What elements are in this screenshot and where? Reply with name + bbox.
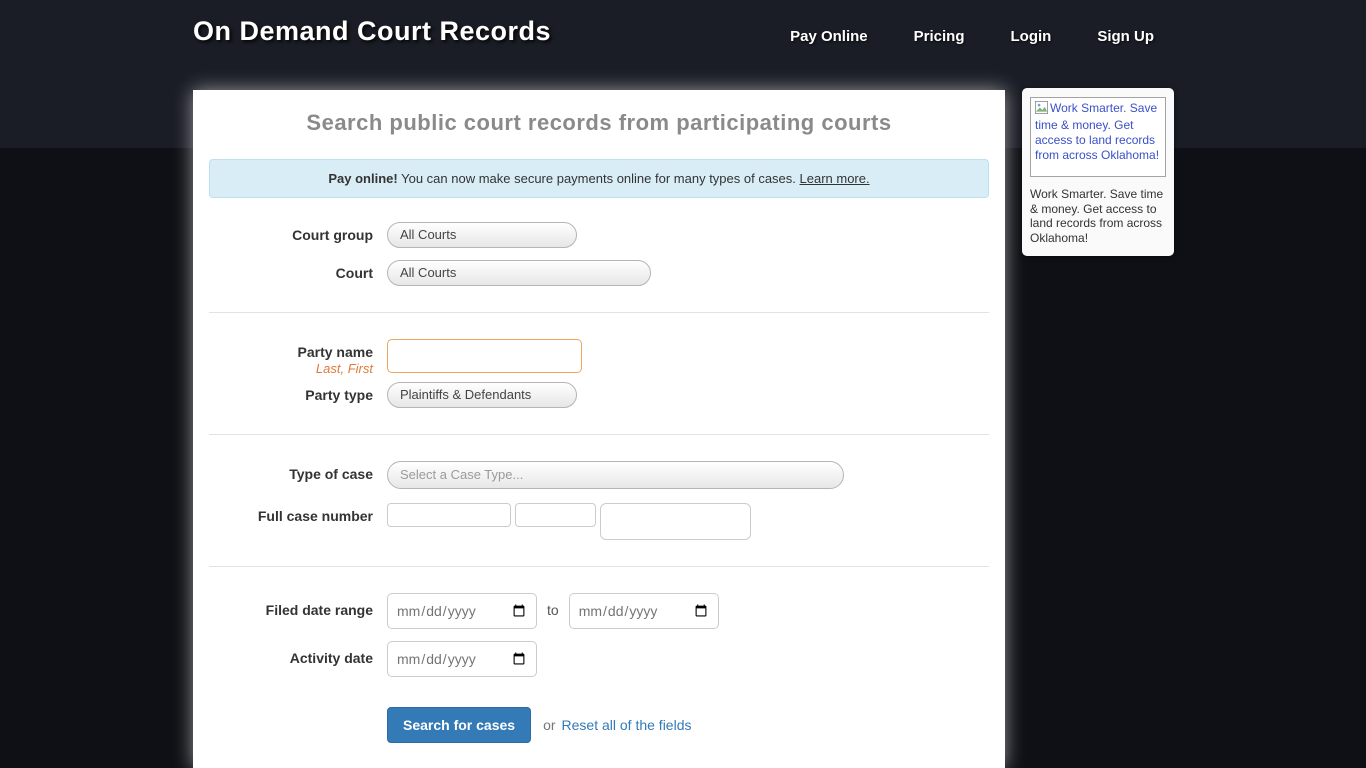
divider: [209, 434, 989, 435]
nav-pricing[interactable]: Pricing: [914, 28, 965, 45]
court-group-select[interactable]: All Courts: [387, 222, 577, 248]
party-name-input[interactable]: [387, 339, 582, 373]
case-number-part3-input[interactable]: [600, 503, 751, 540]
filed-date-row: Filed date range to: [209, 593, 1005, 629]
nav-login[interactable]: Login: [1011, 28, 1052, 45]
filed-date-end-input[interactable]: [569, 593, 719, 629]
case-type-label: Type of case: [209, 461, 373, 489]
promo-image-alt-text: Work Smarter. Save time & money. Get acc…: [1035, 101, 1159, 162]
court-group-row: Court group All Courts: [209, 222, 1005, 248]
promo-widget: Work Smarter. Save time & money. Get acc…: [1022, 88, 1174, 256]
court-value: All Courts: [400, 265, 456, 280]
case-number-row: Full case number: [209, 503, 1005, 540]
learn-more-link[interactable]: Learn more.: [800, 171, 870, 186]
court-row: Court All Courts: [209, 260, 1005, 286]
case-type-row: Type of case Select a Case Type...: [209, 461, 1005, 489]
pay-online-alert: Pay online! You can now make secure paym…: [209, 159, 989, 198]
case-number-label: Full case number: [209, 503, 373, 540]
nav-sign-up[interactable]: Sign Up: [1097, 28, 1154, 45]
search-for-cases-button[interactable]: Search for cases: [387, 707, 531, 743]
party-type-row: Party type Plaintiffs & Defendants: [209, 382, 1005, 408]
alert-bold-text: Pay online!: [328, 171, 397, 186]
party-type-value: Plaintiffs & Defendants: [400, 387, 531, 402]
alert-text: You can now make secure payments online …: [398, 171, 800, 186]
activity-date-input[interactable]: [387, 641, 537, 677]
activity-date-label: Activity date: [209, 641, 373, 677]
nav-pay-online[interactable]: Pay Online: [790, 28, 868, 45]
promo-caption: Work Smarter. Save time & money. Get acc…: [1030, 187, 1166, 246]
promo-broken-image[interactable]: Work Smarter. Save time & money. Get acc…: [1030, 97, 1166, 177]
party-type-select[interactable]: Plaintiffs & Defendants: [387, 382, 577, 408]
filed-date-label: Filed date range: [209, 593, 373, 629]
broken-image-icon: [1035, 101, 1048, 118]
to-text: to: [547, 593, 559, 618]
main-nav: Pay Online Pricing Login Sign Up: [790, 28, 1154, 45]
divider: [209, 566, 989, 567]
case-number-part2-input[interactable]: [515, 503, 596, 527]
case-number-part1-input[interactable]: [387, 503, 511, 527]
page-title: Search public court records from partici…: [193, 90, 1005, 151]
court-select[interactable]: All Courts: [387, 260, 651, 286]
party-name-hint: Last, First: [209, 361, 373, 376]
or-text: or: [543, 717, 555, 733]
party-name-row: Party name Last, First: [209, 339, 1005, 376]
divider: [209, 312, 989, 313]
actions-row: Search for cases or Reset all of the fie…: [387, 707, 1005, 743]
search-panel: Search public court records from partici…: [193, 90, 1005, 768]
party-type-label: Party type: [209, 382, 373, 408]
case-type-select[interactable]: Select a Case Type...: [387, 461, 844, 489]
court-group-label: Court group: [209, 222, 373, 248]
reset-fields-link[interactable]: Reset all of the fields: [562, 717, 692, 733]
activity-date-row: Activity date: [209, 641, 1005, 677]
search-form: Court group All Courts Court All Courts …: [193, 198, 1005, 743]
case-type-placeholder: Select a Case Type...: [400, 467, 523, 482]
site-title: On Demand Court Records: [193, 16, 551, 47]
party-name-label: Party name Last, First: [209, 339, 373, 376]
court-label: Court: [209, 260, 373, 286]
filed-date-start-input[interactable]: [387, 593, 537, 629]
party-name-label-text: Party name: [209, 344, 373, 360]
court-group-value: All Courts: [400, 227, 456, 242]
